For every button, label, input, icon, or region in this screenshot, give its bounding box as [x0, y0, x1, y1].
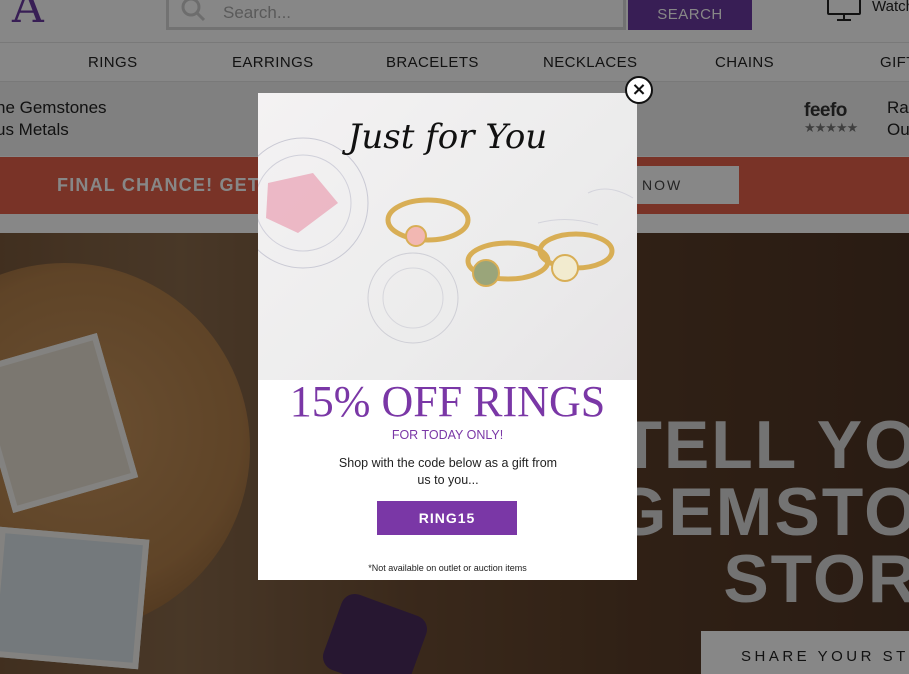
popup-body-line-1: Shop with the code below as a gift from — [338, 456, 558, 470]
promo-popup: Just for You 15% OFF RINGS FOR TODAY ONL… — [258, 93, 637, 580]
promo-code-button[interactable]: RING15 — [377, 501, 517, 535]
popup-subtitle: FOR TODAY ONLY! — [391, 428, 504, 442]
close-icon[interactable]: × — [625, 76, 653, 104]
popup-offer-title: 15% OFF RINGS — [289, 377, 606, 426]
popup-heading: Just for You — [347, 117, 548, 157]
popup-rings-image: Just for You — [258, 93, 637, 380]
popup-disclaimer: *Not available on outlet or auction item… — [368, 563, 527, 573]
popup-body-text: Shop with the code below as a gift from … — [328, 455, 568, 489]
popup-body-line-2: us to you... — [417, 473, 479, 487]
